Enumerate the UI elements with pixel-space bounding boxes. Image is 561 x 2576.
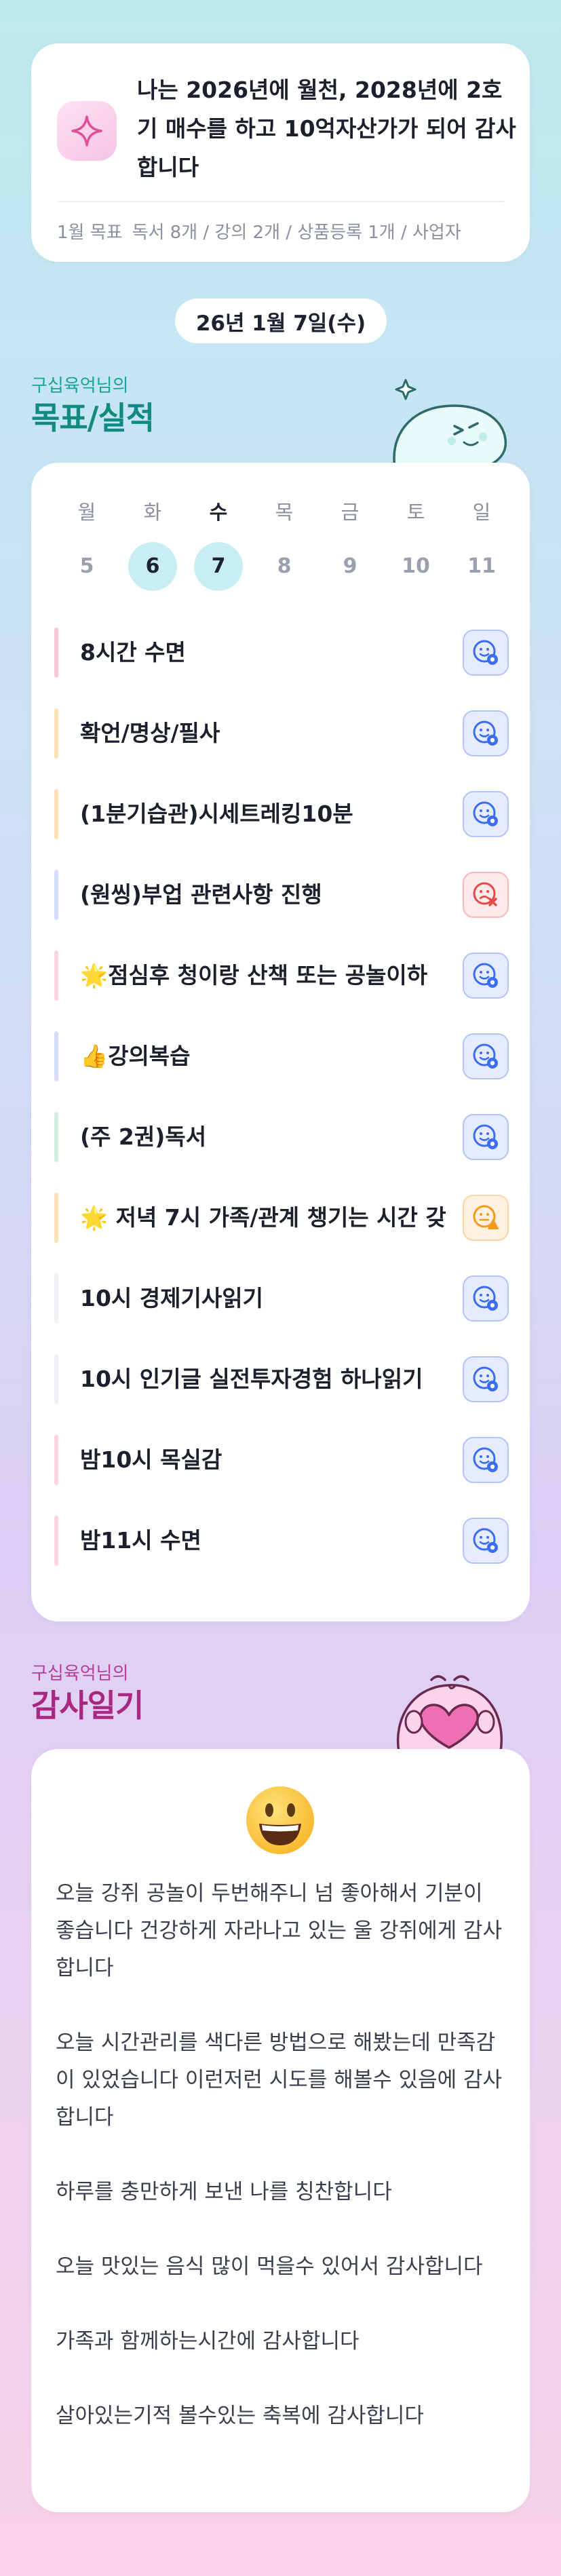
task-row[interactable]: (주 2권)독서	[54, 1109, 509, 1165]
task-color-bar	[54, 708, 58, 758]
weekday-wed: 수	[209, 501, 228, 524]
monthly-goal-value: 독서 8개 / 강의 2개 / 상품등록 1개 / 사업자	[132, 223, 461, 243]
date-7[interactable]: 7	[194, 542, 243, 591]
date-5[interactable]: 5	[62, 542, 111, 591]
date-6[interactable]: 6	[128, 542, 177, 591]
task-color-bar	[54, 1112, 58, 1162]
date-8[interactable]: 8	[260, 542, 309, 591]
weekday-thu: 목	[275, 501, 294, 524]
task-row[interactable]: 8시간 수면	[54, 625, 509, 680]
task-title: 밤11시 수면	[80, 1527, 201, 1554]
task-title: 확언/명상/필사	[80, 720, 220, 746]
task-color-bar	[54, 870, 58, 920]
grinning-face-icon	[246, 1786, 314, 1854]
task-row[interactable]: 🌟 저녁 7시 가족/관계 챙기는 시간 갖	[54, 1190, 509, 1246]
gratitude-entry: 오늘 시간관리를 색다른 방법으로 해봤는데 만족감이 있었습니다 이런저런 시…	[56, 2031, 503, 2130]
gratitude-card: 오늘 강쥐 공놀이 두번해주니 넘 좋아해서 기분이 좋습니다 건강하게 자라나…	[31, 1749, 530, 2512]
task-row[interactable]: 🌟점심후 청이랑 산책 또는 공놀이하	[54, 948, 509, 1003]
date-11[interactable]: 11	[457, 542, 506, 591]
monthly-goal-summary: 1월 목표 독서 8개 / 강의 2개 / 상품등록 1개 / 사업자	[57, 218, 505, 244]
task-title: 👍강의복습	[80, 1043, 191, 1069]
gratitude-entry: 가족과 함께하는시간에 감사합니다	[56, 2329, 360, 2353]
status-partial-icon[interactable]	[463, 1195, 509, 1241]
status-done-icon[interactable]	[463, 1437, 509, 1483]
schedule-section-title: 목표/실적	[31, 400, 155, 436]
status-fail-icon[interactable]	[463, 872, 509, 918]
task-color-bar	[54, 1031, 58, 1081]
gratitude-entry: 하루를 충만하게 보낸 나를 칭찬합니다	[56, 2180, 392, 2204]
task-color-bar	[54, 1354, 58, 1404]
status-done-icon[interactable]	[463, 1518, 509, 1564]
status-done-icon[interactable]	[463, 630, 509, 676]
task-title: 8시간 수면	[80, 639, 186, 666]
task-color-bar	[54, 1273, 58, 1324]
task-row[interactable]: 확언/명상/필사	[54, 706, 509, 761]
task-color-bar	[54, 789, 58, 839]
goal-statement: 나는 2026년에 월천, 2028년에 2호기 매수를 하고 10억자산가가 …	[137, 77, 516, 180]
task-title: (주 2권)독서	[80, 1123, 207, 1150]
task-row[interactable]: (1분기습관)시세트레킹10분	[54, 786, 509, 842]
task-title: 밤10시 목실감	[80, 1446, 223, 1473]
ghost-mascot-icon	[393, 379, 507, 467]
status-done-icon[interactable]	[463, 1275, 509, 1322]
gratitude-entry: 살아있는기적 볼수있는 축복에 감사합니다	[56, 2404, 424, 2428]
task-color-bar	[54, 950, 58, 1001]
status-done-icon[interactable]	[463, 953, 509, 999]
weekday-sat: 토	[406, 501, 425, 524]
task-title: 10시 경제기사읽기	[80, 1285, 263, 1311]
task-row[interactable]: 10시 경제기사읽기	[54, 1271, 509, 1326]
task-title: 🌟 저녁 7시 가족/관계 챙기는 시간 갖	[80, 1204, 446, 1231]
task-color-bar	[54, 628, 58, 678]
sparkle-icon	[57, 101, 117, 161]
status-done-icon[interactable]	[463, 1033, 509, 1079]
heart-mascot-icon	[396, 1675, 503, 1752]
gratitude-entry: 오늘 맛있는 음식 많이 먹을수 있어서 감사합니다	[56, 2254, 483, 2279]
divider	[57, 201, 504, 202]
task-row[interactable]: 10시 인기글 실전투자경험 하나읽기	[54, 1351, 509, 1407]
task-color-bar	[54, 1516, 58, 1566]
status-done-icon[interactable]	[463, 1356, 509, 1402]
gratitude-entry: 오늘 강쥐 공놀이 두번해주니 넘 좋아해서 기분이 좋습니다 건강하게 자라나…	[56, 1881, 503, 1980]
task-title: (1분기습관)시세트레킹10분	[80, 801, 353, 827]
task-color-bar	[54, 1435, 58, 1485]
task-title: 🌟점심후 청이랑 산책 또는 공놀이하	[80, 962, 428, 988]
current-date[interactable]: 26년 1월 7일(수)	[175, 299, 387, 343]
task-row[interactable]: 👍강의복습	[54, 1029, 509, 1084]
weekday-sun: 일	[472, 501, 491, 524]
status-done-icon[interactable]	[463, 791, 509, 837]
task-row[interactable]: (원씽)부업 관련사항 진행	[54, 867, 509, 923]
task-title: 10시 인기글 실전투자경험 하나읽기	[80, 1366, 423, 1392]
schedule-card: 월 화 수 목 금 토 일 5 6 7 8 9 10 11 8시간 수면 확언/…	[31, 463, 530, 1621]
status-done-icon[interactable]	[463, 1114, 509, 1160]
task-row[interactable]: 밤10시 목실감	[54, 1432, 509, 1488]
gratitude-section-title: 감사일기	[31, 1687, 144, 1724]
date-10[interactable]: 10	[391, 542, 440, 591]
weekday-mon: 월	[77, 501, 96, 524]
gratitude-entries: 오늘 강쥐 공놀이 두번해주니 넘 좋아해서 기분이 좋습니다 건강하게 자라나…	[56, 1875, 506, 2472]
monthly-goal-label: 1월 목표	[57, 223, 123, 243]
task-row[interactable]: 밤11시 수면	[54, 1513, 509, 1569]
weekday-tue: 화	[143, 501, 162, 524]
task-title: (원씽)부업 관련사항 진행	[80, 881, 322, 908]
weekday-fri: 금	[341, 501, 360, 524]
task-color-bar	[54, 1193, 58, 1243]
goal-card[interactable]: 나는 2026년에 월천, 2028년에 2호기 매수를 하고 10억자산가가 …	[31, 43, 530, 262]
date-9[interactable]: 9	[326, 542, 374, 591]
status-done-icon[interactable]	[463, 710, 509, 756]
